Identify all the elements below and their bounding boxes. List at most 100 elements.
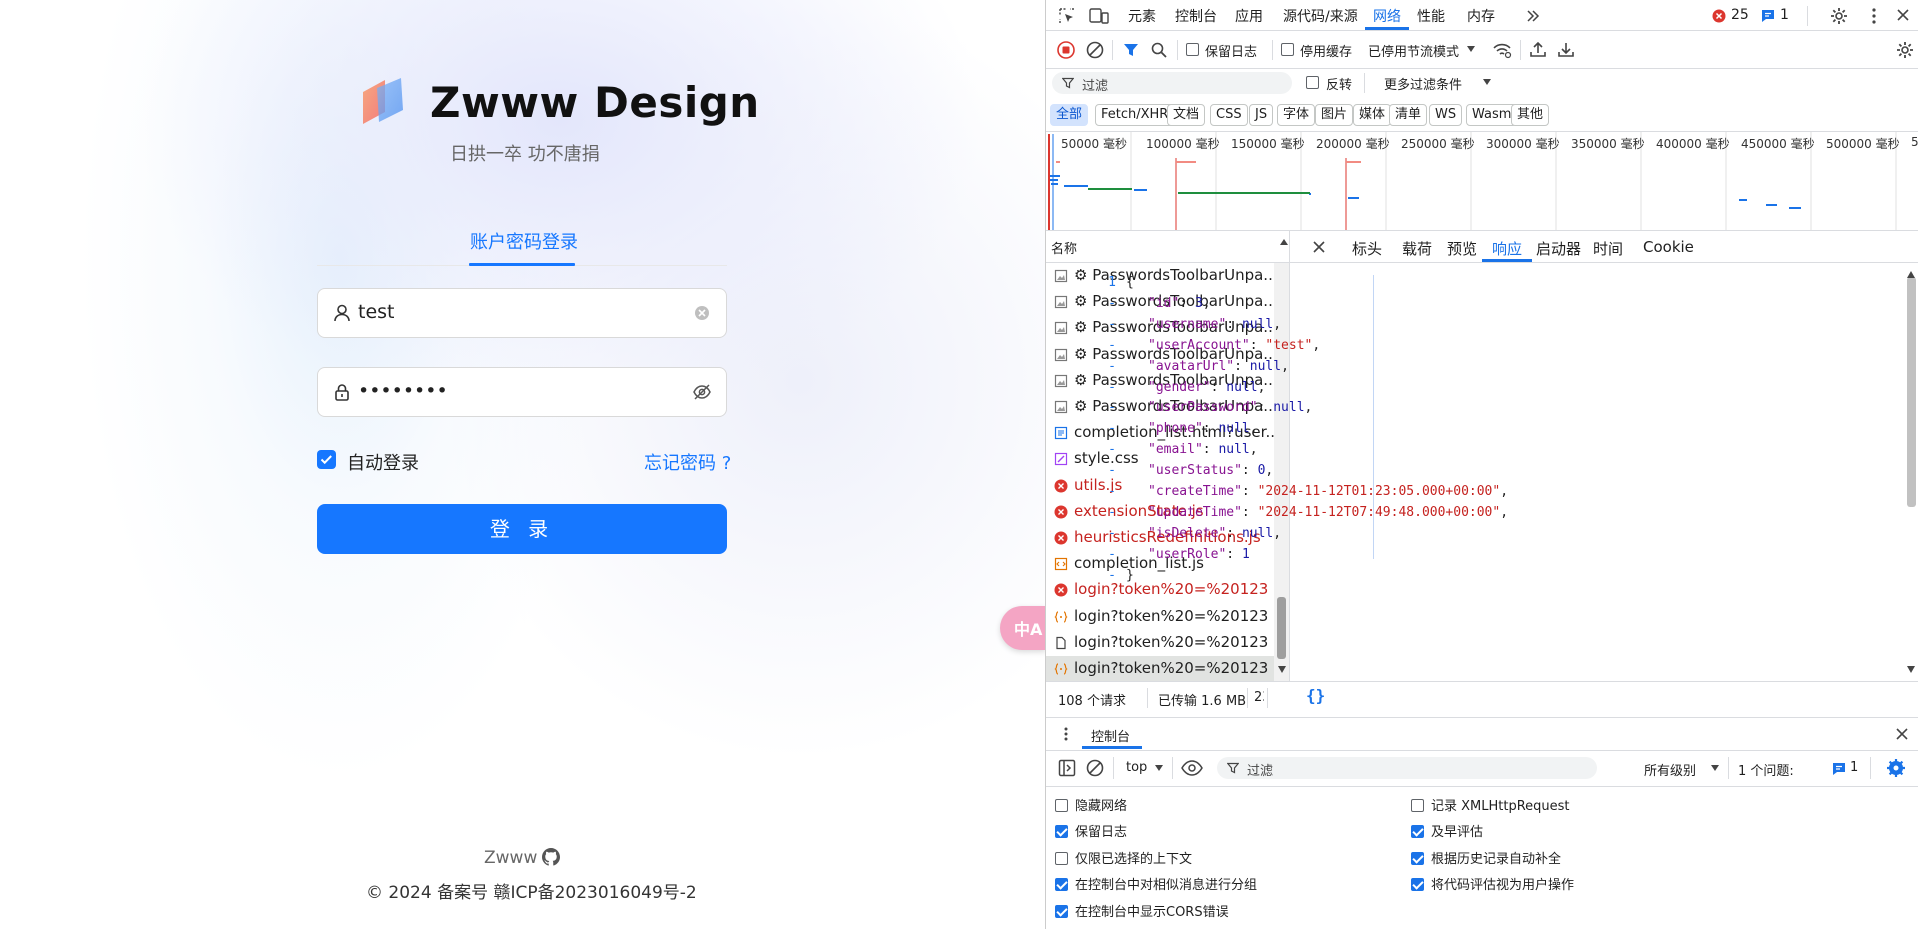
request-row[interactable]: login?token%20=%20123 [1046, 630, 1274, 656]
clear-log-icon[interactable] [1086, 41, 1104, 59]
console-settings-icon[interactable] [1886, 758, 1906, 778]
disable-cache-label[interactable]: 停用缓存 [1300, 41, 1352, 60]
console-setting-checkbox[interactable] [1411, 825, 1424, 839]
type-chip[interactable]: 清单 [1389, 104, 1428, 126]
console-setting-checkbox[interactable] [1055, 825, 1068, 839]
eye-icon[interactable] [1181, 760, 1203, 776]
type-chip[interactable]: 图片 [1315, 104, 1354, 126]
detail-tab[interactable]: 启动器 [1536, 238, 1581, 259]
login-button[interactable]: 登 录 [317, 504, 727, 554]
context-select[interactable]: top [1126, 760, 1147, 775]
disable-cache-checkbox[interactable] [1281, 43, 1294, 56]
console-setting-checkbox[interactable] [1055, 851, 1068, 865]
detail-tab[interactable]: 预览 [1447, 238, 1477, 259]
preserve-log-checkbox[interactable] [1186, 43, 1199, 56]
close-detail-icon[interactable] [1312, 240, 1326, 254]
error-count[interactable]: 25 [1731, 7, 1749, 23]
throttle-select[interactable]: 已停用节流模式 [1368, 41, 1459, 60]
forgot-password-link[interactable]: 忘记密码 ? [644, 449, 731, 475]
devtools-tab[interactable]: 网络 [1373, 6, 1401, 26]
console-setting-checkbox[interactable] [1055, 799, 1068, 812]
settings-icon[interactable] [1829, 6, 1849, 26]
invert-checkbox[interactable] [1306, 76, 1319, 89]
console-setting-label[interactable]: 根据历史记录自动补全 [1431, 848, 1561, 867]
detail-tab[interactable]: 载荷 [1402, 238, 1432, 259]
type-chip[interactable]: 字体 [1277, 104, 1316, 126]
detail-tab[interactable]: 时间 [1593, 238, 1623, 259]
auto-login-label[interactable]: 自动登录 [347, 449, 419, 475]
console-setting-label[interactable]: 保留日志 [1075, 821, 1127, 840]
console-setting-label[interactable]: 及早评估 [1431, 821, 1483, 840]
search-icon[interactable] [1150, 41, 1168, 59]
devtools-tab[interactable]: 性能 [1417, 6, 1445, 26]
record-stop-icon[interactable] [1057, 41, 1075, 59]
clear-icon[interactable] [692, 303, 712, 323]
eye-invisible-icon[interactable] [692, 382, 712, 402]
scrollbar-thumb[interactable] [1907, 277, 1916, 507]
kebab-menu-icon[interactable] [1864, 6, 1884, 26]
console-setting-checkbox[interactable] [1055, 878, 1068, 892]
pretty-print-icon[interactable]: {} [1306, 686, 1325, 705]
type-chip[interactable]: 媒体 [1353, 104, 1392, 126]
close-drawer-icon[interactable] [1895, 727, 1909, 741]
console-setting-checkbox[interactable] [1411, 851, 1424, 865]
type-chip[interactable]: CSS [1210, 104, 1248, 126]
console-setting-label[interactable]: 将代码评估视为用户操作 [1431, 874, 1574, 893]
console-setting-checkbox[interactable] [1055, 904, 1068, 918]
name-column-header[interactable]: 名称 [1051, 238, 1077, 257]
close-devtools-icon[interactable] [1895, 7, 1911, 23]
clear-console-icon[interactable] [1086, 759, 1104, 777]
console-setting-label[interactable]: 记录 XMLHttpRequest [1431, 795, 1570, 814]
console-setting-label[interactable]: 在控制台中显示CORS错误 [1075, 901, 1229, 920]
scroll-down-icon[interactable] [1278, 666, 1286, 673]
type-chip[interactable]: JS [1249, 104, 1274, 126]
issues-count[interactable]: 1 [1850, 760, 1858, 775]
network-settings-icon[interactable] [1895, 40, 1915, 60]
timeline-overview[interactable]: 50000 毫秒 100000 毫秒 150000 毫秒 200000 毫秒 25000… [1046, 132, 1918, 230]
more-filters-dropdown[interactable]: 更多过滤条件 [1384, 74, 1462, 93]
type-chip[interactable]: Fetch/XHR [1095, 104, 1175, 126]
type-chip[interactable]: 其他 [1511, 104, 1550, 126]
devtools-tab[interactable]: 控制台 [1175, 6, 1217, 26]
type-chip[interactable]: Wasm [1466, 104, 1518, 126]
username-field[interactable]: test [317, 288, 727, 338]
issues-label[interactable]: 1 个问题: [1738, 760, 1794, 779]
devtools-tab[interactable]: 内存 [1467, 6, 1495, 26]
console-setting-label[interactable]: 隐藏网络 [1075, 795, 1127, 814]
detail-tab[interactable]: 响应 [1492, 238, 1522, 259]
log-levels-select[interactable]: 所有级别 [1644, 760, 1696, 779]
type-chip[interactable]: 全部 [1050, 104, 1089, 126]
type-chip[interactable]: WS [1429, 104, 1463, 126]
response-scrollbar[interactable] [1904, 263, 1918, 681]
import-har-icon[interactable] [1529, 40, 1547, 58]
filter-icon[interactable] [1123, 42, 1139, 58]
device-toolbar-icon[interactable] [1089, 7, 1109, 25]
auto-login-checkbox[interactable] [317, 450, 336, 469]
password-field[interactable]: •••••••• [317, 367, 727, 417]
sort-up-icon[interactable] [1279, 238, 1289, 246]
console-filter-input[interactable]: 过滤 [1217, 757, 1597, 779]
devtools-tab[interactable]: 应用 [1235, 6, 1263, 26]
drawer-tab-console[interactable]: 控制台 [1091, 726, 1130, 745]
translate-button[interactable]: 中A [1000, 606, 1045, 650]
export-har-icon[interactable] [1557, 40, 1575, 58]
scroll-up-icon[interactable] [1907, 271, 1915, 278]
detail-tab[interactable]: Cookie [1643, 238, 1694, 256]
console-setting-label[interactable]: 仅限已选择的上下文 [1075, 848, 1192, 867]
request-row[interactable]: login?token%20=%20123 [1046, 656, 1274, 681]
console-sidebar-icon[interactable] [1058, 759, 1076, 777]
devtools-tab[interactable]: 源代码/来源 [1283, 6, 1358, 26]
drawer-menu-icon[interactable] [1058, 725, 1074, 743]
tab-account-login[interactable]: 账户密码登录 [470, 228, 578, 254]
scroll-down-icon[interactable] [1907, 666, 1915, 673]
console-setting-checkbox[interactable] [1411, 878, 1424, 892]
network-conditions-icon[interactable] [1492, 40, 1512, 60]
console-setting-checkbox[interactable] [1411, 799, 1424, 812]
detail-tab[interactable]: 标头 [1352, 238, 1382, 259]
console-setting-label[interactable]: 在控制台中对相似消息进行分组 [1075, 874, 1257, 893]
request-row[interactable]: login?token%20=%20123 [1046, 604, 1274, 630]
invert-label[interactable]: 反转 [1326, 74, 1352, 93]
preserve-log-label[interactable]: 保留日志 [1205, 41, 1257, 60]
inspect-icon[interactable] [1058, 7, 1076, 25]
devtools-tab[interactable]: 元素 [1128, 6, 1156, 26]
